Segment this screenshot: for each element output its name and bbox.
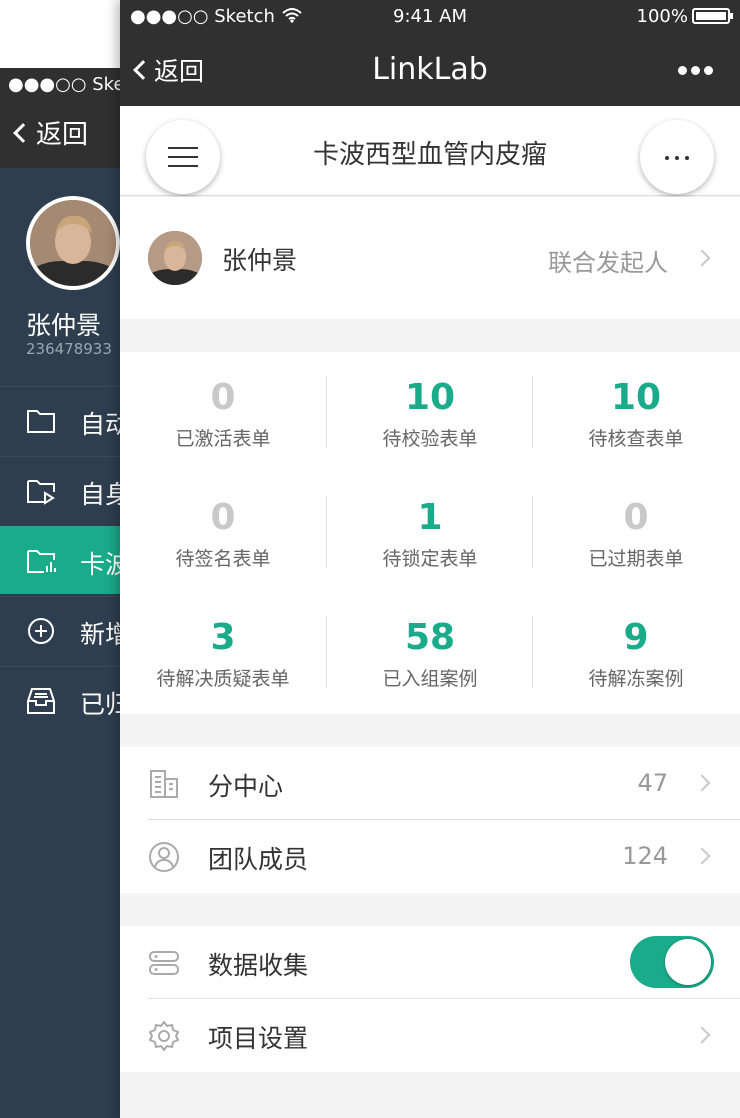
list-item-label: 项目设置: [208, 1024, 309, 1053]
stat-value: 0: [210, 497, 236, 538]
user-circle-icon: [149, 842, 179, 872]
chevron-right-icon: [693, 774, 711, 792]
battery-indicator: 100%: [636, 6, 733, 27]
sidebar-item-4[interactable]: 新增: [0, 596, 120, 664]
stat-label: 已激活表单: [175, 428, 271, 450]
stat-pending-lock-forms[interactable]: 1 待锁定表单: [327, 472, 533, 592]
stats-grid: 0 已激活表单 10 待校验表单 10 待核查表单 0 待签名表单 1 待锁定表…: [120, 352, 740, 714]
sidebar-item-label: 新增: [80, 620, 120, 649]
background-back-button[interactable]: 返回: [0, 102, 120, 168]
stat-expired-forms[interactable]: 0 已过期表单: [533, 472, 739, 592]
stat-value: 0: [210, 377, 236, 418]
sidebar-user-id: 236478933: [26, 340, 112, 358]
stat-value: 58: [404, 617, 456, 658]
nav-title: LinkLab: [372, 52, 488, 87]
folder-play-icon: [27, 480, 55, 505]
stat-value: 1: [417, 497, 443, 538]
avatar[interactable]: [26, 196, 120, 290]
list-item-sub-centers[interactable]: 分中心 47: [120, 747, 740, 819]
stat-pending-sign-forms[interactable]: 0 待签名表单: [120, 472, 326, 592]
stat-label: 已过期表单: [588, 548, 684, 570]
stat-pending-verify-forms[interactable]: 10 待校验表单: [327, 352, 533, 472]
list-item-label: 团队成员: [208, 845, 309, 874]
folder-chart-icon: [27, 550, 56, 573]
battery-percent: 100%: [636, 6, 688, 27]
owner-avatar: [148, 231, 202, 285]
more-options-button[interactable]: [678, 60, 718, 80]
sidebar-item-2[interactable]: 自身: [0, 456, 120, 524]
sidebar-item-5[interactable]: 已归: [0, 666, 120, 734]
list-item-data-collection: 数据收集: [120, 926, 740, 998]
gear-icon: [149, 1021, 179, 1051]
list-item-team-members[interactable]: 团队成员 124: [120, 820, 740, 892]
stat-value: 10: [610, 377, 662, 418]
stat-value: 10: [404, 377, 456, 418]
sidebar-item-1[interactable]: 自动: [0, 386, 120, 454]
sidebar-item-label: 已归: [80, 690, 120, 719]
background-status-bar: ●●●○○ Sketch: [0, 68, 120, 102]
database-icon: [149, 951, 179, 975]
list-group-settings: 数据收集 项目设置: [120, 926, 740, 1072]
chevron-right-icon: [693, 1026, 711, 1044]
owner-name: 张仲景: [222, 246, 298, 275]
folder-icon: [27, 410, 55, 433]
data-collection-toggle[interactable]: [630, 936, 714, 988]
stat-pending-review-forms[interactable]: 10 待核查表单: [533, 352, 739, 472]
list-group-members: 分中心 47 团队成员 124: [120, 747, 740, 893]
stat-value: 0: [623, 497, 649, 538]
background-status-text: ●●●○○ Sketch: [8, 74, 120, 95]
list-item-label: 分中心: [208, 772, 284, 801]
stat-label: 待签名表单: [175, 548, 271, 570]
stat-value: 3: [210, 617, 236, 658]
stat-pending-query-forms[interactable]: 3 待解决质疑表单: [120, 592, 326, 712]
stat-label: 待锁定表单: [382, 548, 478, 570]
plus-circle-icon: [28, 618, 54, 644]
sidebar-item-3[interactable]: 卡波: [0, 526, 120, 594]
stat-label: 待校验表单: [382, 428, 478, 450]
stat-label: 已入组案例: [382, 668, 478, 690]
sidebar: 张仲景 236478933 自动 自身 卡波 新增 已归: [0, 168, 120, 1118]
background-top-strip: [0, 0, 120, 68]
status-bar: ●●●○○ Sketch 9:41 AM 100%: [120, 0, 740, 34]
chevron-right-icon: [693, 847, 711, 865]
toggle-knob: [665, 939, 711, 985]
nav-bar: 返回 LinkLab: [120, 34, 740, 106]
chevron-left-icon: [13, 123, 33, 143]
ellipsis-icon: [665, 156, 669, 160]
chevron-right-icon: [693, 249, 711, 267]
project-title-bar: 卡波西型血管内皮瘤: [120, 106, 740, 196]
battery-icon: [692, 8, 733, 24]
stat-pending-unfreeze-cases[interactable]: 9 待解冻案例: [533, 592, 739, 712]
list-item-project-settings[interactable]: 项目设置: [120, 999, 740, 1071]
sidebar-user-name: 张仲景: [26, 311, 102, 340]
project-more-button[interactable]: [640, 120, 714, 194]
list-item-count: 124: [622, 842, 668, 870]
owner-role: 联合发起人: [548, 249, 668, 277]
stat-activated-forms[interactable]: 0 已激活表单: [120, 352, 326, 472]
archive-icon: [27, 688, 55, 714]
list-item-label: 数据收集: [208, 951, 309, 980]
stat-value: 9: [623, 617, 649, 658]
sidebar-item-label: 卡波: [80, 550, 120, 579]
owner-row[interactable]: 张仲景 联合发起人: [120, 197, 740, 319]
building-icon: [150, 770, 178, 798]
stat-label: 待核查表单: [588, 428, 684, 450]
sidebar-item-label: 自动: [80, 410, 120, 439]
project-panel: ●●●○○ Sketch 9:41 AM 100% 返回 LinkLab 卡波西…: [120, 0, 740, 1118]
background-back-label: 返回: [36, 120, 89, 150]
stat-label: 待解决质疑表单: [156, 668, 290, 690]
stat-label: 待解冻案例: [588, 668, 684, 690]
sidebar-item-label: 自身: [80, 480, 120, 509]
stat-enrolled-cases[interactable]: 58 已入组案例: [327, 592, 533, 712]
list-item-count: 47: [637, 769, 668, 797]
